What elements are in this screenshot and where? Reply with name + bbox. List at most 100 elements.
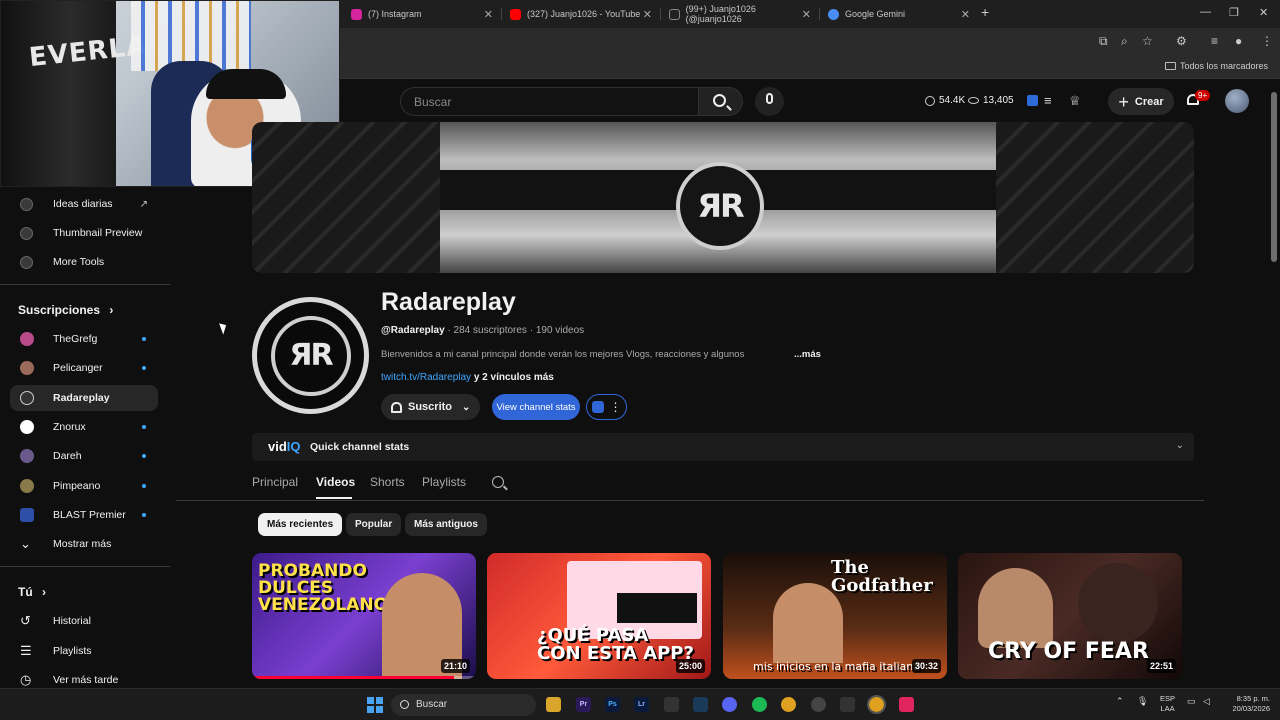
instagram-icon <box>351 8 362 20</box>
list-icon[interactable]: ≡ <box>1044 93 1052 108</box>
epic-games-icon[interactable] <box>664 697 679 712</box>
bookmark-star-icon[interactable]: ☆ <box>1142 34 1153 48</box>
install-app-icon[interactable]: ⧉ <box>1099 34 1108 49</box>
video-thumbnail[interactable]: ¿QUÉ PASA CON ESTA APP? 25:00 <box>487 553 711 679</box>
search-icon[interactable] <box>492 476 504 488</box>
tab-principal[interactable]: Principal <box>252 475 298 489</box>
chip-popular[interactable]: Popular <box>346 513 402 536</box>
tab-shorts[interactable]: Shorts <box>370 475 405 489</box>
sidebar-item-thumbnail-preview[interactable]: Thumbnail Preview <box>10 220 158 246</box>
chip-oldest[interactable]: Más antiguos <box>405 513 487 536</box>
search-input[interactable]: Buscar <box>400 87 698 116</box>
subscriptions-heading[interactable]: Suscripciones › <box>18 303 113 317</box>
photoshop-icon[interactable]: Ps <box>605 697 620 712</box>
description-more-link[interactable]: ...más <box>794 349 821 360</box>
sidebar-item-dareh[interactable]: Dareh <box>10 443 158 469</box>
create-button[interactable]: + Crear <box>1108 88 1174 115</box>
tiktok-icon[interactable] <box>899 697 914 712</box>
channel-avatar-large[interactable]: ЯR <box>252 297 369 414</box>
lightroom-icon[interactable]: Lr <box>634 697 649 712</box>
spotify-icon[interactable] <box>752 697 767 712</box>
close-window-icon[interactable]: ✕ <box>1259 6 1268 19</box>
tab-gemini[interactable]: Google Gemini ✕ <box>820 4 976 24</box>
sidebar-item-znorux[interactable]: Znorux <box>10 414 158 440</box>
chip-most-recent[interactable]: Más recientes <box>258 513 343 536</box>
channel-links[interactable]: twitch.tv/Radareplay y 2 vínculos más <box>381 372 554 383</box>
close-tab-icon[interactable]: ✕ <box>484 8 493 21</box>
sidebar-item-blast-premier[interactable]: BLAST Premier <box>10 502 158 528</box>
taskbar-search[interactable]: Buscar <box>391 694 536 716</box>
chevron-right-icon: › <box>42 585 47 599</box>
twitch-link[interactable]: twitch.tv/Radareplay <box>381 372 471 383</box>
steam-icon[interactable] <box>693 697 708 712</box>
close-tab-icon[interactable]: ✕ <box>643 8 652 21</box>
sidebar-item-playlists[interactable]: ☰ Playlists <box>10 638 158 664</box>
chrome-icon[interactable] <box>781 697 796 712</box>
chevron-down-icon: ⌄ <box>462 401 471 413</box>
language-indicator[interactable]: ESP LAA <box>1160 694 1175 714</box>
tab-instagram[interactable]: (7) Instagram ✕ <box>343 4 499 24</box>
chrome-active-icon[interactable] <box>867 695 886 714</box>
view-channel-stats-button[interactable]: View channel stats <box>492 394 580 420</box>
vidiq-tool-icon <box>20 226 33 240</box>
obs-icon[interactable] <box>811 697 826 712</box>
video-thumbnail[interactable]: CRY OF FEAR 22:51 <box>958 553 1182 679</box>
discord-icon[interactable] <box>722 697 737 712</box>
scrollbar-thumb[interactable] <box>1271 92 1277 262</box>
more-links[interactable]: y 2 vínculos más <box>471 372 554 383</box>
channel-logo: ЯR <box>270 315 351 396</box>
sidebar-item-pelicanger[interactable]: Pelicanger <box>10 355 158 381</box>
sidebar-item-thegrefg[interactable]: TheGrefg <box>10 326 158 352</box>
system-clock[interactable]: 8:35 p. m. 20/03/2026 <box>1222 694 1270 714</box>
restore-icon[interactable]: ❐ <box>1229 6 1239 19</box>
sidebar-item-label: Pimpeano <box>53 480 101 492</box>
thumbnail-person <box>773 583 843 663</box>
file-explorer-icon[interactable] <box>546 697 561 712</box>
folder-icon <box>1164 62 1176 70</box>
channel-description[interactable]: Bienvenidos a mi canal principal donde v… <box>381 349 744 360</box>
network-icon[interactable]: ▭ <box>1187 696 1196 707</box>
sidebar-item-label: More Tools <box>53 256 105 268</box>
tab-videos[interactable]: Videos <box>316 475 355 489</box>
sidebar-item-radareplay[interactable]: Radareplay <box>10 385 158 411</box>
zoom-icon[interactable]: ⌕ <box>1121 34 1128 49</box>
media-controls-icon[interactable]: ≡ <box>1211 34 1218 48</box>
new-tab-button[interactable]: + <box>981 4 989 20</box>
close-tab-icon[interactable]: ✕ <box>802 8 811 21</box>
video-thumbnail[interactable]: The Godfather mis inicios en la mafia it… <box>723 553 947 679</box>
avatar[interactable] <box>1225 89 1249 113</box>
tab-tiktok[interactable]: (99+) Juanjo1026 (@juanjo1026 ✕ <box>661 4 817 24</box>
sidebar-item-pimpeano[interactable]: Pimpeano <box>10 473 158 499</box>
all-bookmarks[interactable]: Todos los marcadores <box>1164 61 1268 71</box>
vidiq-menu-button[interactable]: ⋮ <box>586 394 627 420</box>
page-scrollbar[interactable] <box>1271 82 1277 682</box>
search-placeholder: Buscar <box>414 95 452 109</box>
app-icon[interactable] <box>840 697 855 712</box>
premiere-icon[interactable]: Pr <box>576 697 591 712</box>
sidebar-item-more-tools[interactable]: More Tools <box>10 249 158 275</box>
profile-icon[interactable]: ● <box>1235 34 1242 48</box>
tray-chevron-icon[interactable]: ⌃ <box>1116 696 1124 707</box>
trophy-icon[interactable]: ♕ <box>1069 93 1081 109</box>
sidebar-item-ideas-diarias[interactable]: Ideas diarias ↗ <box>10 191 158 217</box>
close-tab-icon[interactable]: ✕ <box>961 8 970 21</box>
you-heading[interactable]: Tú › <box>18 585 46 599</box>
windows-start-icon[interactable] <box>367 697 383 713</box>
tab-playlists[interactable]: Playlists <box>422 475 466 489</box>
video-thumbnail[interactable]: PROBANDO DULCES VENEZOLANOS 21:10 <box>252 553 476 679</box>
quick-channel-stats-bar[interactable]: vidIQ Quick channel stats ⌄ <box>252 433 1194 461</box>
extensions-icon[interactable]: ⚙ <box>1176 34 1187 48</box>
vidiq-icon[interactable] <box>1027 95 1038 106</box>
browser-menu-icon[interactable]: ⋮ <box>1261 34 1273 48</box>
you-title: Tú <box>18 585 33 599</box>
minimize-icon[interactable]: — <box>1200 6 1211 18</box>
tiktok-icon <box>669 8 680 20</box>
show-more-button[interactable]: ⌄ Mostrar más <box>10 531 158 557</box>
search-button[interactable] <box>698 87 743 116</box>
tab-youtube[interactable]: (327) Juanjo1026 - YouTube ✕ <box>502 4 658 24</box>
sidebar-item-historial[interactable]: ↺ Historial <box>10 608 158 634</box>
microphone-icon[interactable]: 🎙 <box>1137 696 1148 707</box>
subscribe-button[interactable]: Suscrito ⌄ <box>381 394 480 420</box>
voice-search-button[interactable] <box>755 87 784 116</box>
volume-icon[interactable]: ◁ <box>1203 696 1210 707</box>
